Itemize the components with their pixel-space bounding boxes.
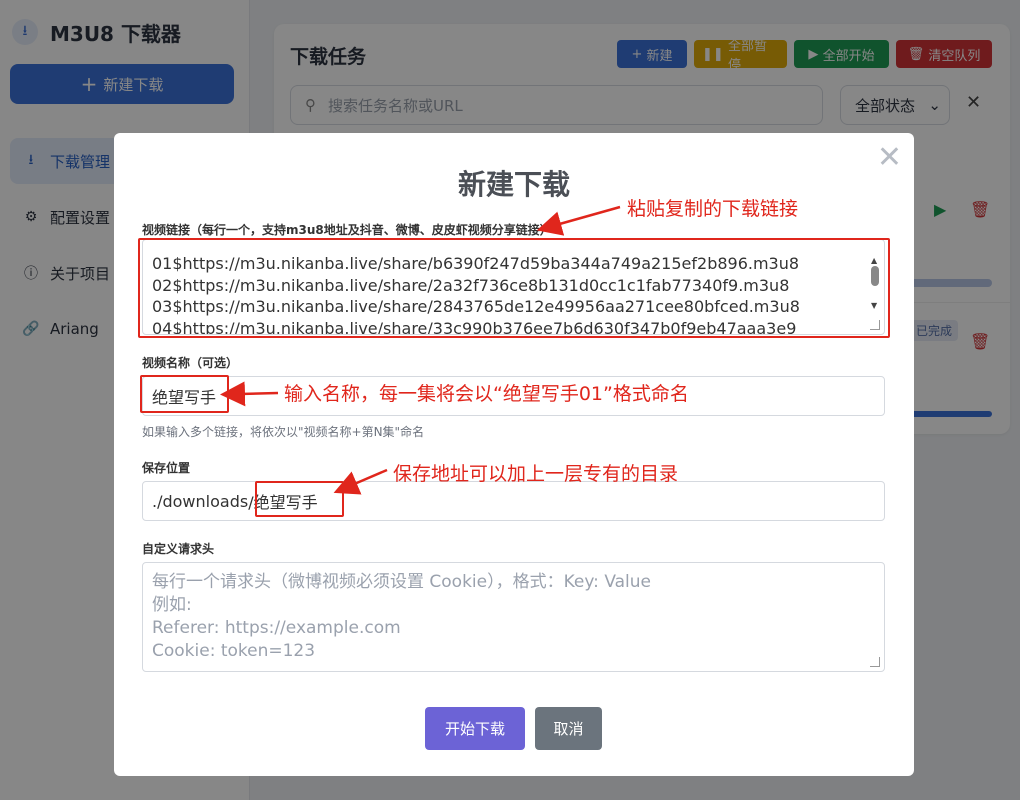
annotation-save-dir: 保存地址可以加上一层专有的目录 [393,463,679,485]
annotation-box-name [140,375,229,413]
urls-label: 视频链接（每行一个，支持m3u8地址及抖音、微博、皮皮虾视频分享链接） [142,223,552,237]
headers-placeholder-line: Cookie: token=123 [152,641,316,661]
annotation-box-save [255,481,344,517]
headers-placeholder-line: 每行一个请求头（微博视频必须设置 Cookie），格式：Key: Value [152,572,652,592]
new-download-dialog: ✕ 新建下载 视频链接（每行一个，支持m3u8地址及抖音、微博、皮皮虾视频分享链… [114,133,914,776]
name-label: 视频名称（可选） [142,356,239,370]
save-location-label: 保存位置 [142,461,191,475]
save-location-prefix: ./downloads [152,491,249,511]
annotation-enter-name: 输入名称，每一集将会以“绝望写手01”格式命名 [284,383,689,405]
headers-textarea[interactable]: 每行一个请求头（微博视频必须设置 Cookie），格式：Key: Value 例… [142,562,885,672]
headers-placeholder-line: 例如: [152,595,192,615]
name-hint: 如果输入多个链接，将依次以"视频名称+第N集"命名 [142,425,425,439]
headers-label: 自定义请求头 [142,542,215,556]
cancel-button[interactable]: 取消 [535,707,602,750]
start-download-button[interactable]: 开始下载 [425,707,525,750]
save-location-input[interactable]: ./downloads/绝望写手 [142,481,885,521]
annotation-paste-links: 粘贴复制的下载链接 [627,198,799,220]
resize-handle[interactable] [870,657,880,667]
annotation-box-urls [138,238,890,338]
headers-placeholder-line: Referer: https://example.com [152,618,401,638]
